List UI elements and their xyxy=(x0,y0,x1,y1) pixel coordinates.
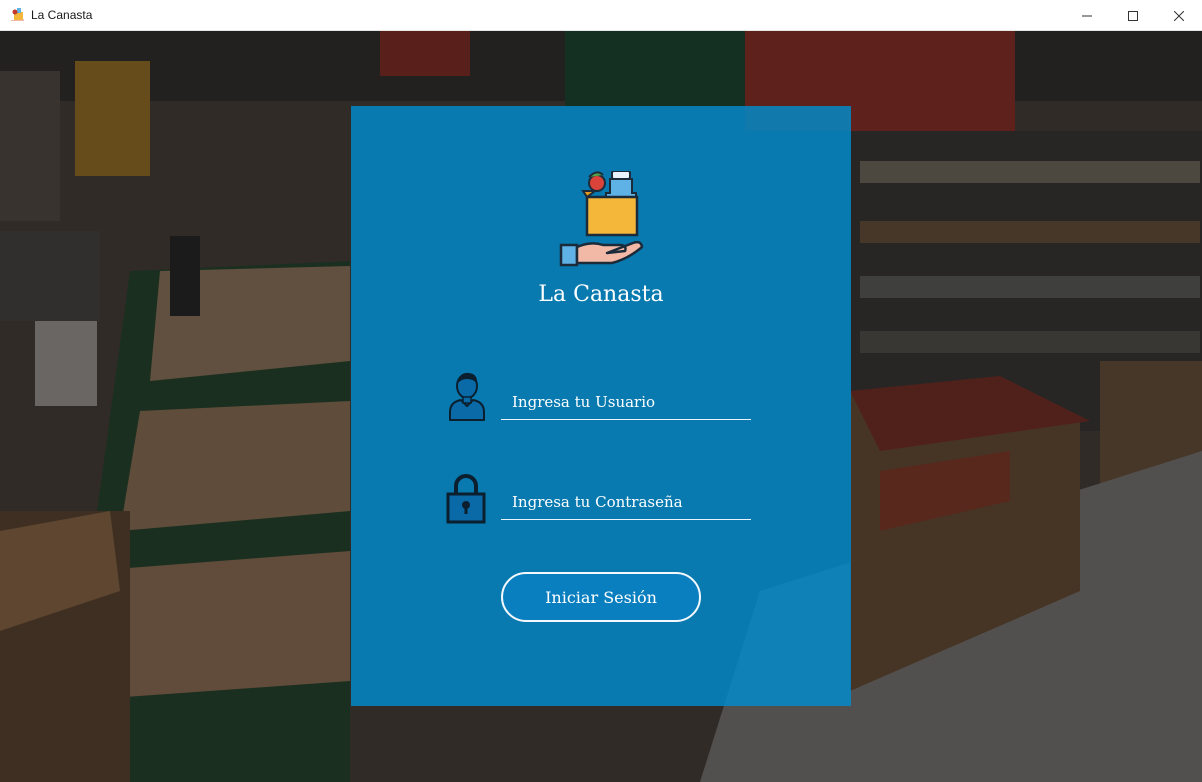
login-panel: La Canasta Iniciar Sesión xyxy=(351,106,851,706)
user-icon xyxy=(449,372,485,421)
login-button[interactable]: Iniciar Sesión xyxy=(501,572,701,622)
maximize-icon xyxy=(1128,10,1138,21)
minimize-icon xyxy=(1082,15,1092,16)
app-window: La Canasta La Canasta Ingresa tu Usuario… xyxy=(0,0,1202,782)
password-input[interactable] xyxy=(501,484,751,520)
close-button[interactable] xyxy=(1156,0,1202,31)
title-bar[interactable]: La Canasta xyxy=(0,0,1202,31)
window-title: La Canasta xyxy=(31,8,93,22)
app-brand-title: La Canasta xyxy=(538,282,664,307)
close-icon xyxy=(1174,10,1184,21)
lock-icon xyxy=(446,474,486,524)
window-content: La Canasta Iniciar Sesión xyxy=(0,31,1202,782)
maximize-button[interactable] xyxy=(1110,0,1156,31)
app-icon xyxy=(11,7,25,23)
username-input[interactable] xyxy=(501,384,751,420)
minimize-button[interactable] xyxy=(1064,0,1110,31)
grocery-bag-hand-icon xyxy=(559,171,644,267)
